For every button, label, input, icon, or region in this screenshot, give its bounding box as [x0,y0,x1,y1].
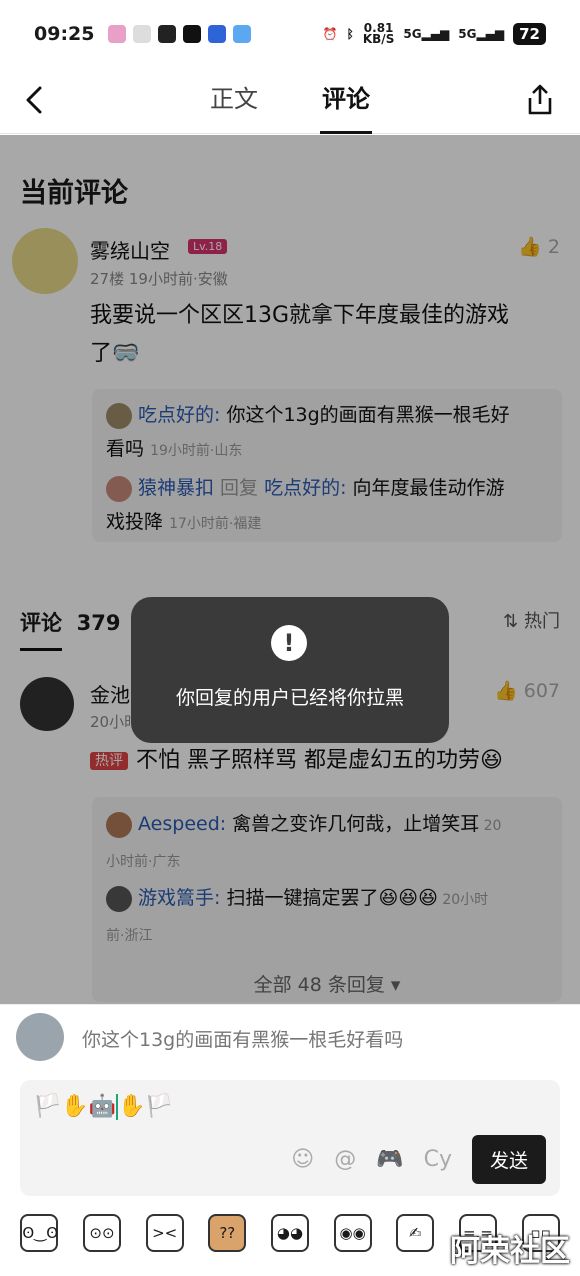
exclamation-icon: ! [271,625,307,661]
network-speed: 0.81 KB/S [362,21,395,46]
share-icon[interactable] [522,82,558,118]
status-bar: 09:25 ⏰ ᛒ 0.81 KB/S 5G▂▄▆ 5G▂▄▆ 72 [0,0,580,68]
status-time: 09:25 [34,23,95,45]
sticker-icon[interactable]: ʘ‿ʘ [20,1214,59,1252]
sticker-icon[interactable]: ✍ [396,1214,435,1252]
tab-article[interactable]: 正文 [210,68,258,134]
signal-icon: 5G▂▄▆ [458,27,505,41]
send-button[interactable]: 发送 [471,1135,546,1184]
toast-message: 你回复的用户已经将你拉黑 [175,687,404,709]
toast: ! 你回复的用户已经将你拉黑 [131,597,449,743]
status-right: ⏰ ᛒ 0.81 KB/S 5G▂▄▆ 5G▂▄▆ 72 [322,21,546,46]
modal-overlay [0,135,580,1004]
battery-level: 72 [513,23,546,45]
text-style-icon[interactable]: Cy [424,1147,452,1172]
sticker-icon[interactable]: ?? [208,1214,247,1252]
back-arrow-icon[interactable] [22,84,50,116]
sticker-icon[interactable]: ⊙⊙ [82,1214,121,1252]
reply-input[interactable]: 🏳️✋🤖✋🏳️ [34,1094,173,1120]
tab-comments[interactable]: 评论 [320,68,372,134]
reply-quote: 你这个13g的画面有黑猴一根毛好看吗 [0,1004,580,1070]
signal-icon: 5G▂▄▆ [403,27,450,41]
gamepad-icon[interactable]: 🎮 [376,1147,403,1172]
quoted-comment-text: 你这个13g的画面有黑猴一根毛好看吗 [82,1029,404,1051]
qq-icon [158,25,177,43]
alarm-icon: ⏰ [322,27,338,41]
mention-icon[interactable]: @ [334,1147,356,1172]
app-notification-icon [133,25,152,43]
app-notification-icon [208,25,227,43]
notification-icons [108,25,252,43]
composer-toolbar: ☺ @ 🎮 Cy 发送 [291,1135,546,1184]
avatar [16,1013,64,1061]
app-notification-icon [108,25,127,43]
sticker-icon[interactable]: ◕◕ [270,1214,309,1252]
top-nav: 正文 评论 [0,68,580,134]
sticker-icon[interactable]: >< [145,1214,184,1252]
sticker-icon[interactable]: ◉◉ [333,1214,372,1252]
reply-composer: 🏳️✋🤖✋🏳️ ☺ @ 🎮 Cy 发送 [20,1080,560,1196]
app-notification-icon [183,25,202,43]
watermark: 阿荣社区 [450,1234,570,1269]
bluetooth-icon: ᛒ [346,27,354,41]
emoji-icon[interactable]: ☺ [291,1147,314,1172]
weather-icon [233,25,252,43]
